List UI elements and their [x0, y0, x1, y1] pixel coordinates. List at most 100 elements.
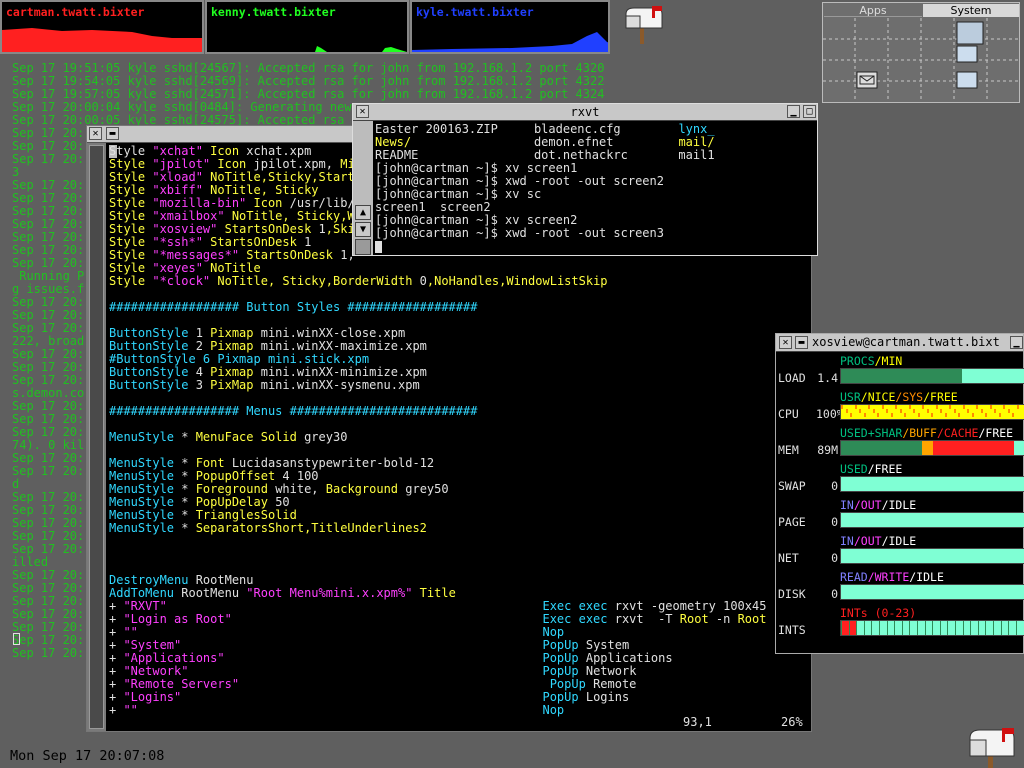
minimize-icon[interactable]: ▬	[106, 127, 119, 140]
mailbox-icon[interactable]	[966, 728, 1016, 768]
text-span: 4 100	[282, 470, 319, 483]
text-line: ################## Button Styles #######…	[109, 301, 809, 314]
meter-name: MEM	[778, 443, 799, 457]
text-span: NoTitle, Sticky,Wi	[224, 210, 362, 223]
text-span: +	[109, 665, 124, 678]
text-span: [john@cartman ~]$ xwd -root -out screen3	[375, 227, 664, 240]
text-span: Foreground	[195, 483, 276, 496]
close-icon[interactable]: ✕	[779, 336, 792, 349]
cpu-tick	[1016, 405, 1019, 409]
close-icon[interactable]: ✕	[89, 127, 102, 140]
text-line: [john@cartman ~]$ xv sc	[375, 188, 815, 201]
legend-label: /OUT	[853, 534, 882, 548]
text-span: "RXVT"	[123, 600, 543, 613]
rxvt-scrollbar[interactable]: ▲ ▼	[353, 121, 373, 255]
cpu-tick	[1003, 405, 1005, 409]
cpu-tick	[971, 413, 974, 417]
scrollbar-thumb[interactable]	[355, 239, 371, 255]
scroll-down-icon[interactable]: ▼	[355, 222, 371, 237]
text-span: #ButtonStyle 6 Pixmap mini.stick.xpm	[109, 353, 370, 366]
pager-grid	[823, 18, 1019, 102]
text-span: Icon	[202, 145, 247, 158]
tab-system[interactable]: System	[923, 4, 1019, 17]
text-span: lynx_	[678, 123, 715, 136]
rxvt-text-area[interactable]: Easter 200163.ZIP bladeenc.cfg lynx_ News…	[375, 123, 815, 240]
int-tick	[894, 621, 896, 635]
legend-label: /NICE	[860, 390, 896, 404]
text-line: MenuStyle * MenuFace Solid grey30	[109, 431, 809, 444]
xosview-window[interactable]: ✕ ▬ xosview@cartman.twatt.bixt ▁ LOAD 1.4…	[775, 333, 1024, 654]
text-span: NoTitle, Sticky,BorderWidth	[210, 275, 420, 288]
rxvt-window[interactable]: ✕ rxvt ▁ □ ▲ ▼ Easter 200163.ZIP bladeen…	[352, 103, 818, 256]
meter-segment	[841, 585, 1024, 599]
cpu-tick	[998, 413, 1001, 417]
meter-cpu: CPU 100% USR/NICE/SYS/FREE	[776, 388, 1024, 424]
rxvt-titlebar[interactable]: ✕ rxvt ▁ □	[353, 104, 817, 121]
minimize-icon[interactable]: ▬	[795, 336, 808, 349]
legend-label: /BUFF	[902, 426, 937, 440]
text-span: ################## Button Styles #######…	[109, 301, 478, 314]
text-span: +	[109, 639, 124, 652]
int-tick	[886, 621, 888, 635]
legend-label: USED+SHAR	[840, 426, 903, 440]
text-span: [john@cartman ~]$ xv screen2	[375, 214, 578, 227]
text-span: 2	[195, 340, 211, 353]
meter-name: SWAP	[778, 479, 806, 493]
cpu-tick	[868, 405, 870, 409]
text-span: Style	[109, 158, 153, 171]
minimize-icon[interactable]: ▁	[787, 105, 800, 118]
int-tick	[993, 621, 994, 635]
text-span: +	[109, 652, 124, 665]
meter-bar	[840, 404, 1024, 420]
cpu-tick	[863, 413, 866, 417]
text-span: ""	[123, 704, 543, 717]
vim-scrollbar[interactable]	[87, 143, 106, 731]
int-tick	[848, 621, 850, 635]
legend-label: /FREE	[867, 462, 903, 476]
text-span: "*messages*"	[152, 249, 240, 262]
meter-value: 0	[831, 551, 838, 565]
text-span: [john@cartman ~]$ xwd -root -out screen2	[375, 175, 664, 188]
log-line: Sep 17 19:51:05 kyle sshd[24567]: Accept…	[12, 62, 605, 75]
text-line: ButtonStyle 2 Pixmap mini.winXX-maximize…	[109, 340, 809, 353]
rxvt-title: rxvt	[570, 105, 600, 119]
meter-value: 100%	[816, 407, 844, 421]
meter-disk: DISK 0 READ/WRITE/IDLE	[776, 568, 1024, 604]
scrollbar-thumb[interactable]	[89, 145, 104, 729]
text-span: Style	[109, 236, 153, 249]
minimize-icon[interactable]: ▁	[1010, 336, 1023, 349]
text-span: Pixmap	[210, 327, 261, 340]
legend-label: /SYS	[895, 390, 924, 404]
text-span: *	[181, 470, 196, 483]
cpu-tick	[1012, 413, 1014, 417]
desktop-pager[interactable]: Apps System	[822, 2, 1020, 103]
meter-value: 1.4	[817, 371, 838, 385]
text-span: News/	[375, 136, 534, 149]
text-line: Easter 200163.ZIP bladeenc.cfg lynx_	[375, 123, 815, 136]
text-span: Style	[109, 275, 153, 288]
load-monitor-kenny: kenny.twatt.bixter	[205, 0, 409, 54]
meter-ints: INTS INTs (0-23)	[776, 604, 1024, 640]
text-line	[109, 535, 809, 548]
mailbox-icon[interactable]	[622, 6, 664, 44]
scroll-up-icon[interactable]: ▲	[355, 205, 371, 220]
maximize-icon[interactable]: □	[803, 105, 816, 118]
text-span: [john@cartman ~]$ xv sc	[375, 188, 542, 201]
text-span: *	[181, 509, 196, 522]
meter-legend: IN/OUT/IDLE	[840, 498, 916, 512]
cpu-tick	[989, 405, 992, 409]
tab-apps[interactable]: Apps	[824, 4, 922, 17]
meter-name: CPU	[778, 407, 799, 421]
int-tick	[909, 621, 911, 635]
meter-legend: PROCS/MIN	[840, 354, 902, 368]
meter-net: NET 0 IN/OUT/IDLE	[776, 532, 1024, 568]
int-tick	[970, 621, 972, 635]
text-span: Style	[109, 249, 153, 262]
text-line: [john@cartman ~]$ xwd -root -out screen2	[375, 175, 815, 188]
text-span: "jpilot"	[152, 158, 211, 171]
xosview-titlebar[interactable]: ✕ ▬ xosview@cartman.twatt.bixt ▁	[776, 334, 1023, 352]
legend-label: /MIN	[874, 354, 903, 368]
text-line: + "Network" PopUp Network	[109, 665, 809, 678]
text-span: +	[109, 600, 124, 613]
load-monitor-label: kenny.twatt.bixter	[211, 5, 336, 19]
